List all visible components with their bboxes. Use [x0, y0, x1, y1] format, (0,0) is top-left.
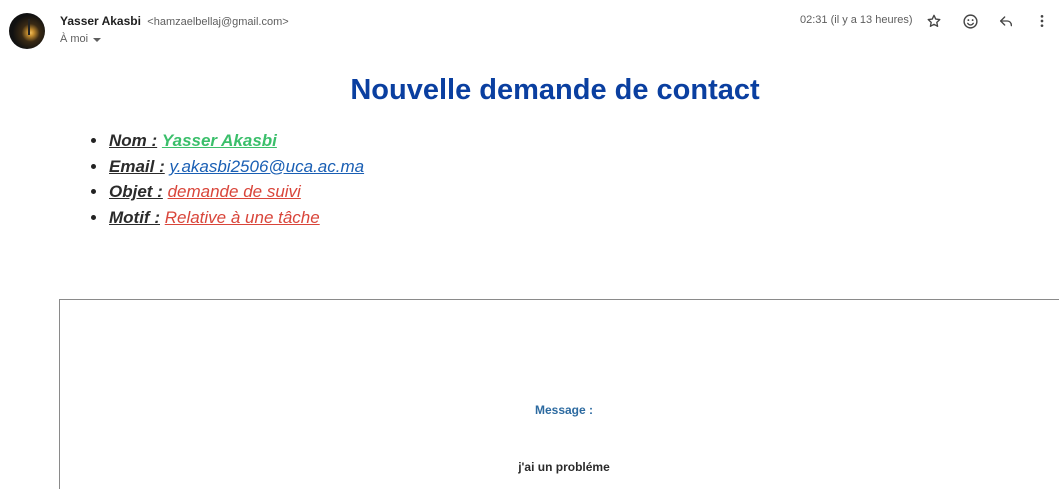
timestamp: 02:31 (il y a 13 heures) — [800, 14, 913, 26]
reply-icon — [1000, 16, 1012, 27]
field-label: Email : — [109, 156, 165, 176]
star-button[interactable] — [924, 11, 944, 31]
avatar-image — [28, 19, 30, 35]
email-view: Yasser Akasbi <hamzaelbellaj@gmail.com> … — [0, 0, 1059, 489]
reply-button[interactable] — [996, 11, 1016, 31]
sender-email: <hamzaelbellaj@gmail.com> — [147, 16, 289, 28]
message-text: j'ai un probléme — [518, 460, 610, 474]
email-title: Nouvelle demande de contact — [350, 74, 760, 106]
field-subject: Objet : demande de suivi — [90, 179, 364, 205]
recipient-dropdown[interactable]: À moi — [60, 33, 102, 45]
field-reason: Motif : Relative à une tâche — [90, 205, 364, 231]
field-name: Nom : Yasser Akasbi — [90, 128, 364, 154]
more-options-button[interactable] — [1032, 11, 1052, 31]
emoji-reaction-button[interactable] — [960, 11, 980, 31]
field-label: Nom : — [109, 131, 158, 150]
field-label: Objet : — [109, 182, 163, 201]
sender-line: Yasser Akasbi <hamzaelbellaj@gmail.com> — [60, 14, 289, 28]
email-link[interactable]: y.akasbi2506@uca.ac.ma — [169, 157, 364, 176]
subject-value: demande de suivi — [167, 182, 301, 201]
field-label: Motif : — [109, 207, 160, 227]
message-label: Message : — [534, 403, 594, 417]
star-icon — [927, 14, 941, 27]
sender-name[interactable]: Yasser Akasbi — [60, 14, 141, 28]
field-email: Email : y.akasbi2506@uca.ac.ma — [90, 154, 364, 180]
chevron-down-icon — [93, 37, 102, 42]
name-value: Yasser Akasbi — [161, 131, 277, 150]
contact-details-list: Nom : Yasser Akasbi Email : y.akasbi2506… — [90, 128, 364, 231]
recipient-label: À moi — [60, 33, 89, 45]
avatar[interactable] — [9, 13, 45, 49]
reason-value: Relative à une tâche — [164, 207, 320, 227]
more-vert-icon — [1040, 15, 1044, 27]
emoji-icon — [962, 13, 978, 29]
